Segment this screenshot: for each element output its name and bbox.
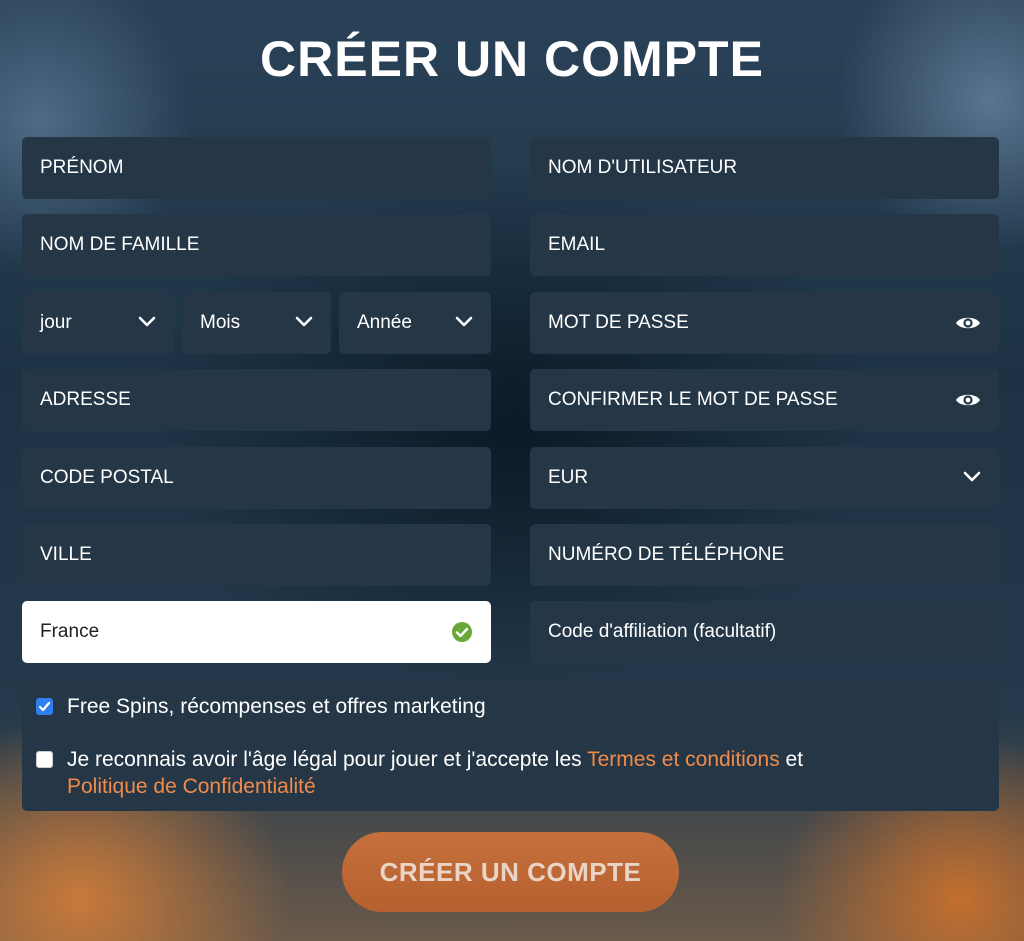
chevron-down-icon	[138, 312, 156, 334]
email-input[interactable]: EMAIL	[530, 214, 999, 276]
country-input[interactable]: France	[22, 601, 491, 663]
eye-icon[interactable]	[955, 314, 981, 332]
chevron-down-icon	[455, 312, 473, 334]
month-select[interactable]: Mois	[182, 292, 331, 354]
year-select[interactable]: Année	[339, 292, 491, 354]
last-name-input[interactable]: NOM DE FAMILLE	[22, 214, 491, 276]
terms-link[interactable]: Termes et conditions	[587, 748, 780, 771]
checkmark-icon	[38, 701, 51, 712]
address-placeholder: ADRESSE	[40, 389, 131, 410]
chevron-down-icon	[295, 312, 313, 334]
city-input[interactable]: VILLE	[22, 524, 491, 586]
postal-code-placeholder: CODE POSTAL	[40, 467, 174, 488]
day-select[interactable]: jour	[22, 292, 174, 354]
password-input[interactable]: MOT DE PASSE	[530, 292, 999, 354]
month-select-label: Mois	[200, 312, 241, 333]
first-name-input[interactable]: PRÉNOM	[22, 137, 491, 199]
day-select-label: jour	[40, 312, 72, 333]
first-name-placeholder: PRÉNOM	[40, 157, 124, 178]
year-select-label: Année	[357, 312, 412, 333]
confirm-password-placeholder: CONFIRMER LE MOT DE PASSE	[548, 389, 838, 410]
privacy-link[interactable]: Politique de Confidentialité	[67, 775, 316, 798]
eye-icon[interactable]	[955, 391, 981, 409]
marketing-label: Free Spins, récompenses et offres market…	[67, 695, 486, 718]
phone-input[interactable]: NUMÉRO DE TÉLÉPHONE	[530, 524, 999, 586]
create-account-button[interactable]: CRÉER UN COMPTE	[342, 832, 679, 912]
country-value: France	[40, 621, 100, 642]
phone-placeholder: NUMÉRO DE TÉLÉPHONE	[548, 544, 785, 565]
confirm-password-input[interactable]: CONFIRMER LE MOT DE PASSE	[530, 369, 999, 431]
postal-code-input[interactable]: CODE POSTAL	[22, 447, 491, 509]
marketing-checkbox[interactable]	[36, 698, 53, 715]
terms-prefix: Je reconnais avoir l'âge légal pour joue…	[67, 748, 588, 771]
username-input[interactable]: NOM D'UTILISATEUR	[530, 137, 999, 199]
password-placeholder: MOT DE PASSE	[548, 312, 689, 333]
last-name-placeholder: NOM DE FAMILLE	[40, 234, 200, 255]
chevron-down-icon	[963, 467, 981, 489]
terms-checkbox[interactable]	[36, 751, 53, 768]
address-input[interactable]: ADRESSE	[22, 369, 491, 431]
city-placeholder: VILLE	[40, 544, 92, 565]
terms-middle: et	[779, 748, 804, 771]
currency-value: EUR	[548, 467, 589, 488]
email-placeholder: EMAIL	[548, 234, 606, 255]
check-circle-icon	[451, 621, 473, 643]
username-placeholder: NOM D'UTILISATEUR	[548, 157, 738, 178]
page-title: CRÉER UN COMPTE	[260, 31, 764, 87]
affiliate-code-placeholder: Code d'affiliation (facultatif)	[548, 621, 777, 642]
affiliate-code-input[interactable]: Code d'affiliation (facultatif)	[530, 601, 999, 663]
currency-select[interactable]: EUR	[530, 447, 999, 509]
terms-label: Je reconnais avoir l'âge légal pour joue…	[67, 746, 967, 800]
